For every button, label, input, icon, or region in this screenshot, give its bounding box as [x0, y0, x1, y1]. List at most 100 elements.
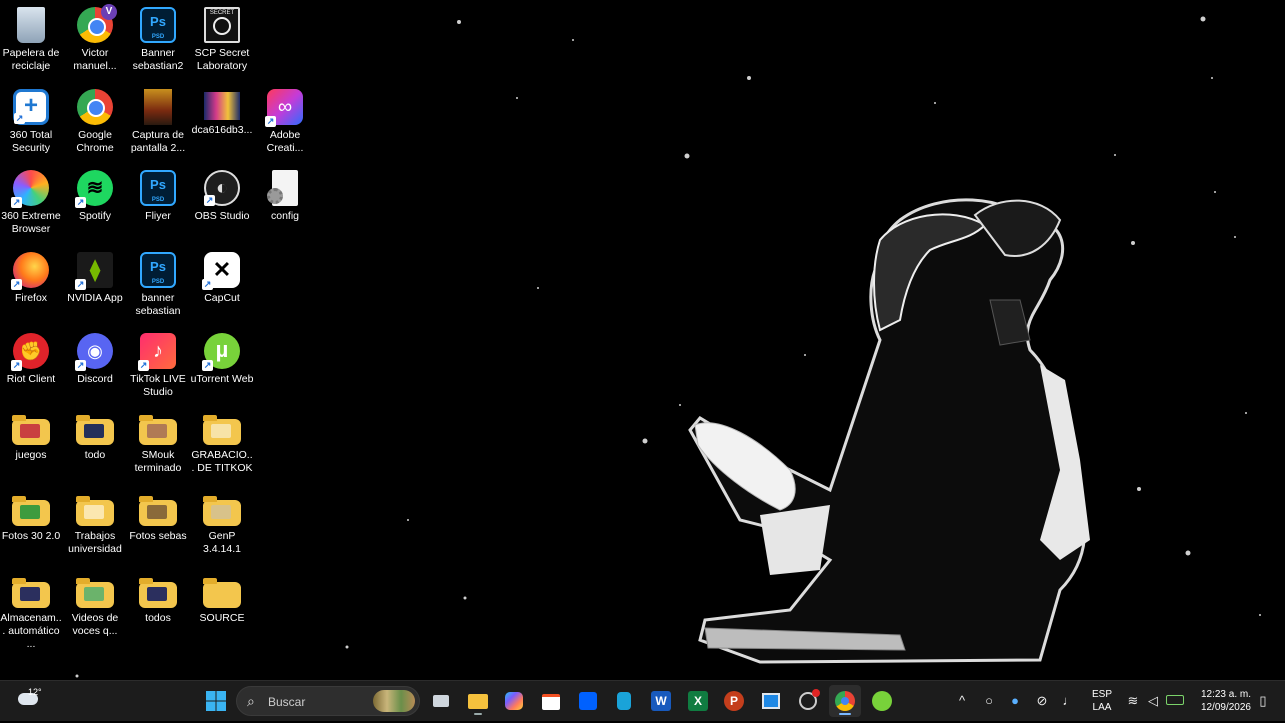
clock-date: 12/09/2026	[1200, 702, 1251, 713]
tray-battery[interactable]	[1164, 681, 1186, 721]
desktop-icon-folder-juegos[interactable]: juegos	[0, 411, 63, 491]
copilot-icon	[505, 692, 523, 710]
desktop-icon-folder-videos-voces[interactable]: Videos de voces q...	[63, 574, 127, 654]
folder-icon	[12, 578, 50, 608]
nvidia-icon: ⧫ ↗	[75, 252, 113, 290]
task-view-button[interactable]	[425, 685, 457, 717]
desktop-icon-recycle-bin[interactable]: Papelera de reciclaje	[0, 4, 63, 84]
chrome-profile-icon: V	[77, 4, 117, 43]
weather-widget[interactable]: 12°	[12, 685, 52, 717]
desktop-icon-folder-genp[interactable]: GenP 3.4.14.1	[190, 492, 254, 572]
taskbar-chrome-notification[interactable]	[792, 685, 824, 717]
notification-center-button[interactable]: ▯	[1254, 681, 1272, 721]
search-highlight-art	[373, 690, 415, 712]
dropbox-icon	[579, 692, 597, 710]
windows-start-icon	[206, 691, 226, 711]
file-explorer-icon	[468, 694, 488, 709]
folder-icon	[203, 415, 241, 445]
tray-circle-icon: ○	[985, 693, 993, 708]
taskbar-chrome-profile[interactable]	[829, 685, 861, 717]
powerpoint-icon: P	[724, 691, 744, 711]
desktop-icon-scp-secret-laboratory[interactable]: SECRET SCP Secret Laboratory	[190, 4, 254, 84]
discord-icon: ◉ ↗	[75, 333, 113, 371]
photoshop-file-icon: Ps PSD	[140, 252, 176, 288]
clock-time: 12:23 a. m.	[1200, 689, 1251, 700]
folder-icon	[203, 578, 241, 608]
desktop-icon-firefox[interactable]: ↗ Firefox	[0, 249, 63, 329]
desktop-icon-utorrent-web[interactable]: µ ↗ uTorrent Web	[190, 330, 254, 410]
wifi-icon: ≋	[1127, 693, 1139, 708]
search-placeholder: Buscar	[268, 695, 306, 709]
desktop-icon-folder-fotos-30[interactable]: Fotos 30 2.0	[0, 492, 63, 572]
desktop-icon-dca616db3[interactable]: dca616db3...	[190, 86, 254, 166]
desktop-icon-folder-smouk[interactable]: SMouk terminado	[126, 411, 190, 491]
folder-icon	[76, 578, 114, 608]
taskbar-search-box[interactable]: ⌕ Buscar	[236, 686, 420, 716]
360-browser-icon: ↗	[11, 170, 49, 208]
desktop-icon-grid: Papelera de reciclaje + ↗ 360 Total Secu…	[0, 0, 1285, 680]
taskbar-word[interactable]: W	[645, 685, 677, 717]
folder-icon	[12, 496, 50, 526]
desktop-icon-google-chrome[interactable]: Google Chrome	[63, 86, 127, 166]
battery-icon	[1166, 695, 1184, 705]
taskbar-media-player[interactable]	[755, 685, 787, 717]
folder-icon	[12, 415, 50, 445]
chevron-up-icon: ^	[958, 693, 966, 708]
volume-icon: ◁	[1148, 693, 1158, 708]
desktop-icon-riot-client[interactable]: ✊ ↗ Riot Client	[0, 330, 63, 410]
obs-studio-icon: ◐ ↗	[204, 170, 240, 206]
taskbar-microsoft-store[interactable]	[535, 685, 567, 717]
desktop-icon-captura-pantalla[interactable]: Captura de pantalla 2...	[126, 86, 190, 166]
tray-app-2[interactable]: ●	[1006, 681, 1024, 721]
desktop-icon-tiktok-live-studio[interactable]: ♪ ↗ TikTok LIVE Studio	[126, 330, 190, 410]
taskbar-excel[interactable]: X	[682, 685, 714, 717]
tray-wifi[interactable]: ≋	[1124, 681, 1142, 721]
task-view-icon	[433, 695, 449, 707]
recycle-bin-icon	[17, 7, 45, 43]
desktop-icon-fliyer[interactable]: Ps PSD Fliyer	[126, 167, 190, 247]
desktop-icon-banner-sebastian2[interactable]: Ps PSD Banner sebastian2	[126, 4, 190, 84]
tray-app-1[interactable]: ○	[980, 681, 998, 721]
taskbar-powerpoint[interactable]: P	[718, 685, 750, 717]
windows-start-button[interactable]	[200, 685, 232, 717]
desktop-icon-360-total-security[interactable]: + ↗ 360 Total Security	[0, 86, 63, 166]
desktop-icon-folder-source[interactable]: SOURCE	[190, 574, 254, 654]
folder-icon	[203, 496, 241, 526]
excel-icon: X	[688, 691, 708, 711]
tray-blue-icon: ●	[1011, 693, 1019, 708]
desktop-icon-capcut[interactable]: ✕ ↗ CapCut	[190, 249, 254, 329]
desktop-icon-victor-manuel[interactable]: V Victor manuel...	[63, 4, 127, 84]
desktop-icon-folder-todos[interactable]: todos	[126, 574, 190, 654]
taskbar-dropbox[interactable]	[572, 685, 604, 717]
taskbar-utorrent[interactable]	[866, 685, 898, 717]
desktop-icon-folder-todo[interactable]: todo	[63, 411, 127, 491]
desktop-icon-folder-fotos-sebas[interactable]: Fotos sebas	[126, 492, 190, 572]
taskbar-file-explorer[interactable]	[462, 685, 494, 717]
taskbar: 12° ⌕ Buscar W X P ^ ○ ● ⊘ ♩ ESP LAA ≋ ◁…	[0, 680, 1285, 721]
desktop-icon-adobe-creative-cloud[interactable]: ∞ ↗ Adobe Creati...	[253, 86, 317, 166]
taskbar-clock[interactable]: 12:23 a. m. 12/09/2026	[1201, 688, 1251, 714]
teams-icon	[617, 692, 631, 710]
360-total-security-icon: + ↗	[13, 89, 49, 125]
desktop-icon-discord[interactable]: ◉ ↗ Discord	[63, 330, 127, 410]
desktop-icon-banner-sebastian[interactable]: Ps PSD banner sebastian	[126, 249, 190, 329]
tray-microphone[interactable]: ♩	[1060, 681, 1078, 721]
tray-language[interactable]: ESP LAA	[1090, 688, 1114, 714]
tiktok-live-icon: ♪ ↗	[138, 333, 176, 371]
desktop-icon-360-extreme-browser[interactable]: ↗ 360 Extreme Browser	[0, 167, 63, 247]
tray-notifications-off[interactable]: ⊘	[1033, 681, 1051, 721]
riot-client-icon: ✊ ↗	[11, 333, 49, 371]
desktop-icon-obs-studio[interactable]: ◐ ↗ OBS Studio	[190, 167, 254, 247]
taskbar-teams[interactable]	[608, 685, 640, 717]
tray-show-hidden-icons[interactable]: ^	[954, 681, 970, 721]
tray-volume[interactable]: ◁	[1144, 681, 1162, 721]
desktop-icon-folder-almacenamiento[interactable]: Almacenam... automático ...	[0, 574, 63, 654]
desktop-icon-nvidia-app[interactable]: ⧫ ↗ NVIDIA App	[63, 249, 127, 329]
bell-off-icon: ⊘	[1036, 693, 1048, 708]
taskbar-copilot[interactable]	[498, 685, 530, 717]
desktop-icon-folder-grabaciones[interactable]: GRABACIO... DE TITKOK	[190, 411, 254, 491]
desktop-icon-spotify[interactable]: ≋ ↗ Spotify	[63, 167, 127, 247]
desktop-icon-folder-trabajos[interactable]: Trabajos universidad	[63, 492, 127, 572]
desktop-icon-config[interactable]: config	[253, 167, 317, 247]
chrome-profile-icon	[835, 691, 855, 711]
